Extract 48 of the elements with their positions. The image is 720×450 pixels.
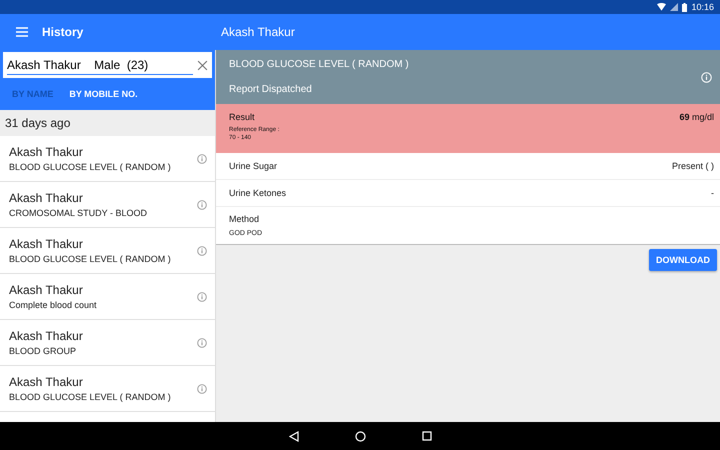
- info-icon[interactable]: [197, 154, 207, 164]
- result-value: 69 mg/dl: [679, 112, 714, 124]
- close-icon[interactable]: [197, 60, 208, 70]
- test-name: BLOOD GROUP: [9, 346, 78, 356]
- row-value: -: [711, 188, 714, 198]
- status-time: 10:16: [691, 2, 714, 12]
- patient-name: Akash Thakur: [9, 191, 84, 205]
- recents-icon[interactable]: [422, 431, 432, 441]
- back-icon[interactable]: [288, 430, 298, 442]
- info-icon[interactable]: [197, 338, 207, 348]
- search-tab[interactable]: BY MOBILE NO.: [61, 78, 146, 110]
- info-icon[interactable]: [197, 292, 207, 302]
- patient-name: Akash Thakur: [9, 329, 84, 343]
- info-icon[interactable]: [197, 384, 207, 394]
- search-field[interactable]: Akash Thakur Male (23): [3, 52, 212, 78]
- battery-icon: [682, 2, 688, 12]
- row-value: Present ( ): [672, 161, 714, 171]
- wifi-icon: [657, 3, 666, 11]
- patient-name: Akash Thakur: [9, 375, 84, 389]
- patient-name: Akash Thakur: [9, 145, 84, 159]
- test-name: BLOOD GLUCOSE LEVEL ( RANDOM ): [9, 392, 172, 402]
- info-icon[interactable]: [197, 246, 207, 256]
- test-name: Complete blood count: [9, 300, 98, 310]
- history-item[interactable]: Akash Thakur BLOOD GROUP: [0, 320, 215, 366]
- report-status: Report Dispatched: [229, 84, 313, 95]
- row-label: Urine Ketones: [229, 188, 286, 198]
- row-label: Method: [229, 214, 260, 224]
- patient-title: Akash Thakur: [221, 25, 295, 39]
- history-item[interactable]: Akash Thakur BLOOD GLUCOSE LEVEL ( RANDOM ): [0, 228, 215, 274]
- history-item[interactable]: Akash Thakur BLOOD GLUCOSE LEVEL ( RANDOM ): [0, 366, 215, 412]
- test-name: CROMOSOMAL STUDY - BLOOD: [9, 208, 148, 218]
- menu-icon[interactable]: [16, 27, 28, 37]
- history-item[interactable]: Akash Thakur BLOOD GLUCOSE LEVEL ( RANDOM ): [0, 136, 215, 182]
- history-item[interactable]: Akash Thakur Complete blood count: [0, 274, 215, 320]
- info-icon[interactable]: [197, 200, 207, 210]
- test-name: BLOOD GLUCOSE LEVEL ( RANDOM ): [9, 162, 172, 172]
- history-item[interactable]: Akash Thakur CROMOSOMAL STUDY - BLOOD: [0, 182, 215, 228]
- app-title: History: [42, 25, 84, 39]
- result-label: Result: [229, 112, 256, 122]
- row-label: Urine Sugar: [229, 161, 278, 171]
- patient-name: Akash Thakur: [9, 237, 84, 251]
- home-icon[interactable]: [354, 430, 366, 442]
- patient-name: Akash Thakur: [9, 283, 84, 297]
- test-name: BLOOD GLUCOSE LEVEL ( RANDOM ): [9, 254, 172, 264]
- download-button[interactable]: DOWNLOAD: [649, 249, 717, 271]
- section-header: 31 days ago: [0, 110, 215, 136]
- report-title: BLOOD GLUCOSE LEVEL ( RANDOM ): [229, 59, 410, 70]
- signal-icon: [670, 3, 678, 11]
